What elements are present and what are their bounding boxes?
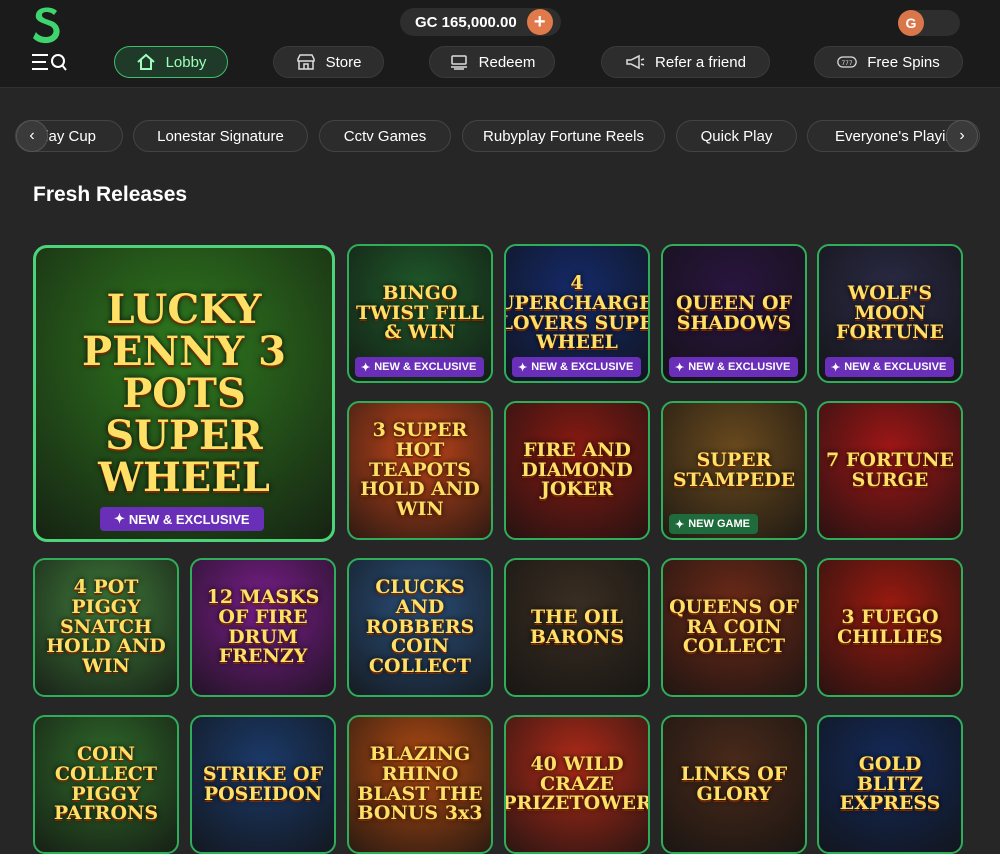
game-badge-label: NEW GAME bbox=[688, 518, 750, 530]
category-chip[interactable]: Cctv Games bbox=[319, 120, 451, 152]
svg-text:777: 777 bbox=[842, 61, 853, 67]
game-tile[interactable]: LUCKY PENNY 3 POTS SUPER WHEEL ✦ NEW & EXC… bbox=[33, 245, 335, 542]
home-icon bbox=[136, 53, 155, 70]
game-title: WOLF'S MOON FORTUNE bbox=[835, 281, 945, 344]
game-tile[interactable]: 40 WILD CRAZE PRIZETOWER bbox=[504, 715, 650, 854]
game-title: COIN COLLECT PIGGY PATRONS bbox=[53, 742, 159, 825]
sparkle-icon: ✦ bbox=[114, 511, 125, 526]
scroll-left-arrow-icon[interactable]: ‹ bbox=[16, 120, 48, 152]
game-tile[interactable]: GOLD BLITZ EXPRESS bbox=[817, 715, 963, 854]
game-tile[interactable]: LINKS OF GLORY bbox=[661, 715, 807, 854]
game-tile[interactable]: CLUCKS AND ROBBERS COIN COLLECT bbox=[347, 558, 493, 697]
game-tile[interactable]: WOLF'S MOON FORTUNE ✦ NEW & EXCLUSIVE bbox=[817, 244, 963, 383]
game-tile[interactable]: QUEEN OF SHADOWS ✦ NEW & EXCLUSIVE bbox=[661, 244, 807, 383]
game-badge: ✦ NEW & EXCLUSIVE bbox=[355, 357, 485, 377]
account-toggle[interactable]: G bbox=[898, 10, 960, 36]
nav-lobby-label: Lobby bbox=[165, 53, 207, 71]
game-title: QUEENS OF RA COIN COLLECT bbox=[669, 595, 799, 658]
game-title: 3 FUEGO CHILLIES bbox=[837, 605, 943, 648]
game-tile[interactable]: BLAZING RHINO BLAST THE BONUS 3x3 bbox=[347, 715, 493, 854]
game-tile[interactable]: COIN COLLECT PIGGY PATRONS bbox=[33, 715, 179, 854]
game-title: LUCKY PENNY 3 POTS SUPER WHEEL bbox=[81, 285, 286, 501]
sparkle-icon: ✦ bbox=[361, 361, 371, 374]
balance-text: GC 165,000.00 bbox=[415, 13, 517, 31]
game-tile[interactable]: 4 POT PIGGY SNATCH HOLD AND WIN bbox=[33, 558, 179, 697]
nav-store-label: Store bbox=[325, 53, 362, 71]
sparkle-icon: ✦ bbox=[675, 518, 685, 531]
game-title: FIRE AND DIAMOND JOKER bbox=[521, 438, 633, 501]
game-badge-label: NEW & EXCLUSIVE bbox=[844, 361, 947, 373]
scroll-right-arrow-icon[interactable]: › bbox=[946, 120, 978, 152]
megaphone-icon bbox=[626, 54, 645, 70]
category-label: Rubyplay Fortune Reels bbox=[483, 127, 644, 145]
balance-display: GC 165,000.00 + bbox=[400, 8, 561, 36]
game-title: LINKS OF GLORY bbox=[680, 762, 788, 805]
game-tile[interactable]: 3 SUPER HOT TEAPOTS HOLD AND WIN bbox=[347, 401, 493, 540]
menu-search-icon[interactable] bbox=[32, 52, 68, 72]
category-chip[interactable]: Lonestar Signature bbox=[133, 120, 308, 152]
game-tile[interactable]: 12 MASKS OF FIRE DRUM FRENZY bbox=[190, 558, 336, 697]
game-tile[interactable]: QUEENS OF RA COIN COLLECT bbox=[661, 558, 807, 697]
game-tile[interactable]: THE OIL BARONS bbox=[504, 558, 650, 697]
game-badge: ✦ NEW & EXCLUSIVE bbox=[100, 507, 264, 531]
sparkle-icon: ✦ bbox=[675, 361, 685, 374]
game-title: THE OIL BARONS bbox=[529, 605, 625, 648]
category-label: Cctv Games bbox=[343, 127, 427, 145]
game-badge-label: NEW & EXCLUSIVE bbox=[128, 511, 250, 527]
nav-redeem-button[interactable]: Redeem bbox=[429, 46, 555, 78]
game-title: BINGO TWIST FILL & WIN bbox=[356, 281, 484, 344]
game-badge-label: NEW & EXCLUSIVE bbox=[374, 361, 477, 373]
game-badge-label: NEW & EXCLUSIVE bbox=[688, 361, 791, 373]
game-title: QUEEN OF SHADOWS bbox=[675, 291, 793, 334]
game-badge-label: NEW & EXCLUSIVE bbox=[531, 361, 634, 373]
game-tile[interactable]: 3 FUEGO CHILLIES bbox=[817, 558, 963, 697]
category-label: Lonestar Signature bbox=[157, 127, 284, 145]
game-title: 12 MASKS OF FIRE DRUM FRENZY bbox=[206, 585, 320, 668]
game-title: 4 POT PIGGY SNATCH HOLD AND WIN bbox=[46, 575, 166, 678]
top-bar: GC 165,000.00 + G Lobby Store Redeem Ref… bbox=[0, 0, 1000, 88]
game-title: GOLD BLITZ EXPRESS bbox=[839, 752, 941, 815]
game-badge: ✦ NEW & EXCLUSIVE bbox=[825, 357, 955, 377]
game-title: 4 SUPERCHARGED CLOVERS SUPER WHEEL bbox=[506, 271, 648, 354]
game-title: CLUCKS AND ROBBERS COIN COLLECT bbox=[365, 575, 475, 678]
game-badge: ✦ NEW & EXCLUSIVE bbox=[669, 357, 799, 377]
brand-logo-icon[interactable] bbox=[30, 5, 64, 45]
avatar: G bbox=[898, 10, 924, 36]
nav-free-spins-label: Free Spins bbox=[867, 53, 940, 71]
game-title: STRIKE OF POSEIDON bbox=[202, 762, 324, 805]
nav-refer-label: Refer a friend bbox=[655, 53, 746, 71]
nav-lobby-button[interactable]: Lobby bbox=[114, 46, 228, 78]
category-label: lay Cup bbox=[45, 127, 96, 145]
slot-777-icon: 777 bbox=[837, 56, 858, 68]
game-title: BLAZING RHINO BLAST THE BONUS 3x3 bbox=[357, 742, 483, 825]
game-badge: ✦ NEW GAME bbox=[669, 514, 758, 534]
sparkle-icon: ✦ bbox=[831, 361, 841, 374]
game-tile[interactable]: FIRE AND DIAMOND JOKER bbox=[504, 401, 650, 540]
add-coins-button[interactable]: + bbox=[526, 9, 553, 35]
game-title: 3 SUPER HOT TEAPOTS HOLD AND WIN bbox=[360, 418, 480, 521]
store-icon bbox=[296, 54, 315, 70]
category-label: Everyone's Playing bbox=[835, 127, 963, 145]
game-title: 7 FORTUNE SURGE bbox=[826, 448, 954, 491]
category-chip[interactable]: Quick Play bbox=[676, 120, 797, 152]
nav-store-button[interactable]: Store bbox=[273, 46, 384, 78]
sparkle-icon: ✦ bbox=[518, 361, 528, 374]
redeem-icon bbox=[450, 55, 467, 70]
game-title: 40 WILD CRAZE PRIZETOWER bbox=[504, 752, 650, 815]
section-title: Fresh Releases bbox=[33, 183, 188, 206]
nav-free-spins-button[interactable]: 777 Free Spins bbox=[814, 46, 963, 78]
game-tile[interactable]: BINGO TWIST FILL & WIN ✦ NEW & EXCLUSIVE bbox=[347, 244, 493, 383]
game-tile[interactable]: STRIKE OF POSEIDON bbox=[190, 715, 336, 854]
game-tile[interactable]: 4 SUPERCHARGED CLOVERS SUPER WHEEL ✦NEW &… bbox=[504, 244, 650, 383]
game-title: SUPER STAMPEDE bbox=[672, 448, 796, 491]
game-tile[interactable]: 7 FORTUNE SURGE bbox=[817, 401, 963, 540]
game-tile[interactable]: SUPER STAMPEDE ✦ NEW GAME bbox=[661, 401, 807, 540]
category-chip[interactable]: Rubyplay Fortune Reels bbox=[462, 120, 665, 152]
nav-refer-button[interactable]: Refer a friend bbox=[601, 46, 770, 78]
nav-redeem-label: Redeem bbox=[478, 53, 536, 71]
category-label: Quick Play bbox=[700, 127, 773, 145]
game-badge: ✦ NEW & EXCLUSIVE bbox=[512, 357, 642, 377]
